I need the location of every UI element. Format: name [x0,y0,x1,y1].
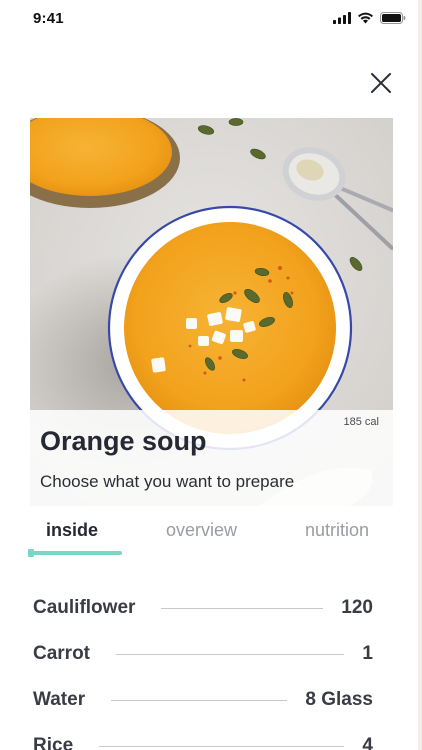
ingredient-quantity: 4 [362,735,373,750]
ingredient-quantity: 8 Glass [305,689,373,710]
list-item: Cauliflower 120 [33,593,373,623]
edge-strip [418,0,422,750]
tab-overview[interactable]: overview [166,520,237,541]
status-bar: 9:41 [0,0,422,40]
list-item: Water 8 Glass [33,685,373,715]
list-item: Rice 4 [33,731,373,750]
ingredient-name: Cauliflower [33,597,136,618]
cellular-signal-icon [333,12,351,24]
wifi-icon [357,12,374,24]
leader-line [161,607,324,609]
recipe-detail-screen: 9:41 185 cal Orange soup Choose what you… [0,0,422,750]
list-item: Carrot 1 [33,639,373,669]
ingredient-name: Rice [33,735,74,750]
ingredient-quantity: 120 [341,597,373,618]
close-button[interactable] [368,70,394,96]
tab-nutrition[interactable]: nutrition [305,520,369,541]
status-icons [333,12,406,24]
tab-inside[interactable]: inside [46,520,98,541]
recipe-tabs: inside overview nutrition [28,518,393,558]
ingredient-quantity: 1 [362,643,373,664]
ingredient-name: Carrot [33,643,91,664]
status-time: 9:41 [33,10,64,27]
ingredient-name: Water [33,689,86,710]
recipe-title: Orange soup [40,426,207,456]
close-icon [371,73,391,93]
active-tab-indicator [30,551,122,555]
leader-line [111,699,288,701]
leader-line [99,745,345,747]
leader-line [116,653,345,655]
recipe-hero-card: 185 cal Orange soup Choose what you want… [30,118,393,506]
calories-label: 185 cal [343,416,379,428]
recipe-subtitle: Choose what you want to prepare [40,472,295,491]
battery-icon [380,12,406,24]
